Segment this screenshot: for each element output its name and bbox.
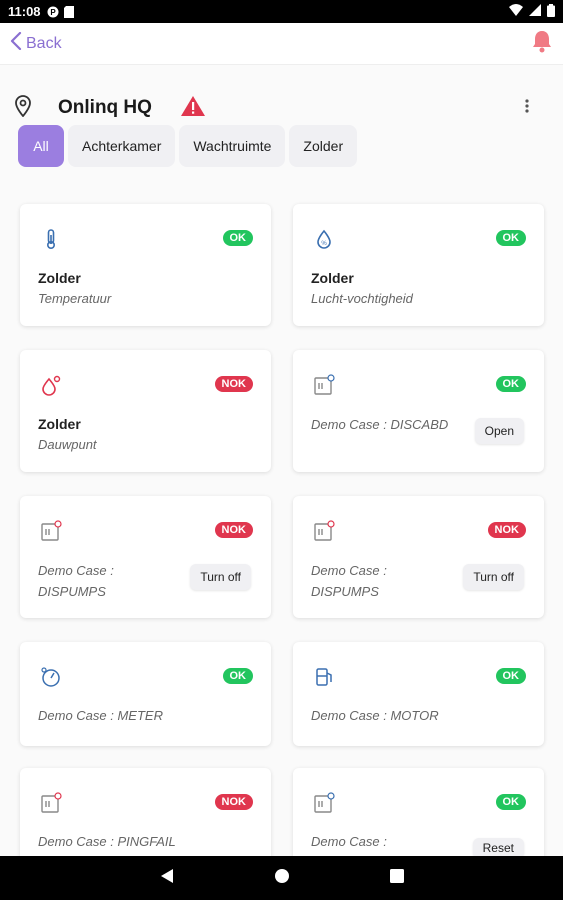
recents-nav-icon[interactable] (389, 868, 404, 888)
device-icon (313, 792, 335, 814)
device-description: DISPUMPS (38, 584, 106, 599)
meter-icon (40, 666, 62, 688)
sd-card-icon (63, 5, 75, 18)
device-alert-icon (40, 792, 62, 814)
filter-chip-all[interactable]: All (18, 125, 64, 167)
sensor-card[interactable]: NOK Demo Case : DISPUMPS Turn off (20, 496, 271, 618)
status-badge: OK (495, 794, 526, 810)
sensor-card[interactable]: NOK Demo Case : DISPUMPS Turn off (293, 496, 544, 618)
back-label: Back (26, 34, 62, 52)
location-pin-icon (14, 94, 32, 122)
status-bar: 11:08 P (0, 0, 563, 23)
svg-text:%: % (321, 241, 327, 247)
location-title: Onlinq HQ (58, 97, 152, 118)
app-bar: Back (0, 23, 563, 65)
device-description: Demo Case : PINGFAIL (38, 834, 176, 849)
sensor-type: Lucht-vochtigheid (311, 291, 413, 306)
status-badge: OK (222, 668, 253, 684)
sensor-name: Zolder (311, 270, 354, 286)
device-description: Demo Case : METER (38, 708, 163, 723)
svg-text:P: P (50, 8, 56, 17)
status-badge: NOK (214, 522, 253, 538)
status-badge: OK (495, 376, 526, 392)
open-button[interactable]: Open (474, 418, 524, 444)
wifi-icon (509, 4, 523, 19)
more-options-icon[interactable] (525, 98, 529, 118)
back-nav-icon[interactable] (160, 868, 174, 889)
device-alert-icon (40, 520, 62, 542)
sensor-card[interactable]: % OK Zolder Lucht-vochtigheid (293, 204, 544, 326)
device-icon (313, 374, 335, 396)
motor-icon (313, 666, 335, 688)
status-badge: NOK (214, 376, 253, 392)
filter-chip-zolder[interactable]: Zolder (289, 125, 358, 167)
back-button[interactable]: Back (10, 31, 62, 55)
status-badge: NOK (214, 794, 253, 810)
filter-chips: All Achterkamer Wachtruimte Zolder (18, 125, 358, 167)
sensor-card[interactable]: OK Zolder Temperatuur (20, 204, 271, 326)
home-nav-icon[interactable] (274, 868, 290, 889)
reset-button[interactable]: Reset (472, 838, 524, 858)
sensor-card[interactable]: NOK Demo Case : PINGFAIL (20, 768, 271, 868)
bell-icon[interactable] (531, 29, 553, 58)
status-time: 11:08 (8, 4, 41, 19)
sensor-card[interactable]: OK Demo Case : Reset (293, 768, 544, 868)
device-description: Demo Case : (38, 563, 114, 578)
status-icons (509, 3, 555, 20)
device-description: DISPUMPS (311, 584, 379, 599)
device-description: Demo Case : (311, 563, 387, 578)
system-navigation-bar (0, 856, 563, 900)
battery-icon (547, 3, 555, 20)
status-badge: OK (495, 230, 526, 246)
sensor-card[interactable]: OK Demo Case : DISCABD Open (293, 350, 544, 472)
notification-app-icon: P (47, 6, 59, 18)
status-badge: OK (495, 668, 526, 684)
filter-chip-wachtruimte[interactable]: Wachtruimte (179, 125, 286, 167)
status-badge: NOK (487, 522, 526, 538)
device-alert-icon (313, 520, 335, 542)
turn-off-button[interactable]: Turn off (190, 564, 251, 590)
dewpoint-icon (40, 374, 62, 396)
warning-icon[interactable] (180, 95, 206, 122)
device-description: Demo Case : MOTOR (311, 708, 439, 723)
status-badge: OK (222, 230, 253, 246)
humidity-drop-icon: % (313, 228, 335, 250)
thermometer-icon (40, 228, 62, 250)
sensor-card[interactable]: NOK Zolder Dauwpunt (20, 350, 271, 472)
sensor-card[interactable]: OK Demo Case : METER (20, 642, 271, 746)
sensor-card[interactable]: OK Demo Case : MOTOR (293, 642, 544, 746)
location-header: Onlinq HQ (0, 90, 563, 126)
signal-icon (529, 4, 541, 19)
sensor-type: Temperatuur (38, 291, 112, 306)
device-description: Demo Case : DISCABD (311, 417, 449, 432)
sensor-type: Dauwpunt (38, 437, 97, 452)
turn-off-button[interactable]: Turn off (463, 564, 524, 590)
filter-chip-achterkamer[interactable]: Achterkamer (68, 125, 176, 167)
sensor-name: Zolder (38, 416, 81, 432)
sensor-name: Zolder (38, 270, 81, 286)
chevron-left-icon (10, 31, 26, 55)
device-description: Demo Case : (311, 834, 387, 849)
